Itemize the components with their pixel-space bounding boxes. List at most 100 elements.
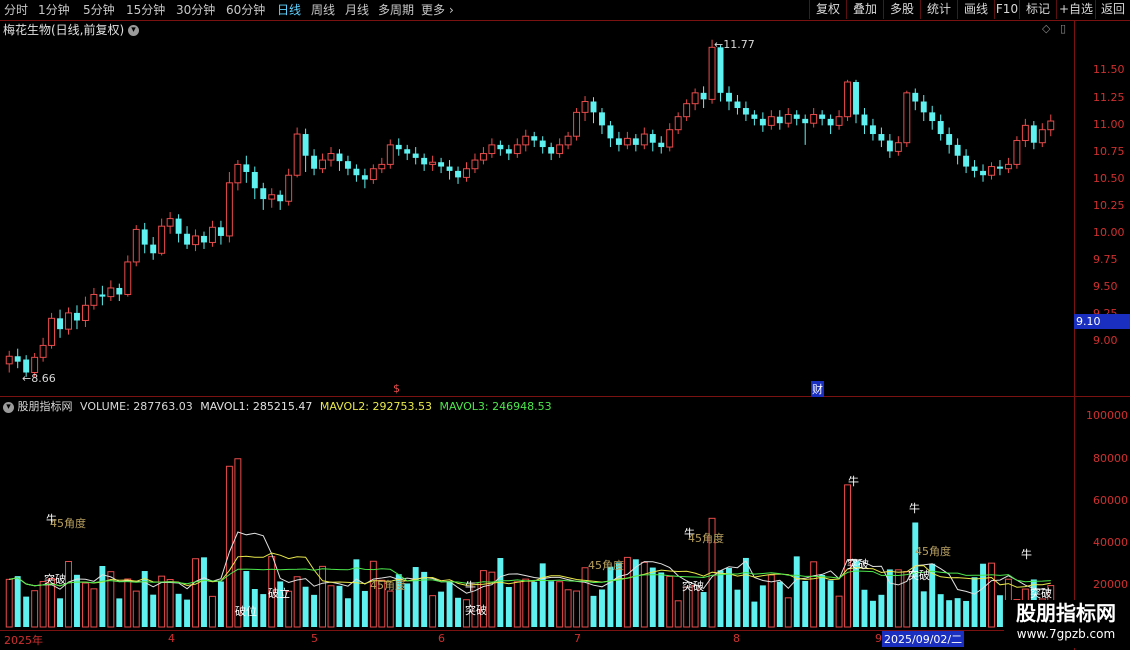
volume-bar: [581, 567, 589, 628]
candle-body: [971, 166, 978, 171]
candle-body: [116, 287, 123, 295]
volume-tick: 80000: [1093, 452, 1128, 465]
candle-body: [844, 81, 852, 118]
volume-bar: [573, 590, 581, 628]
volume-bar: [767, 574, 775, 628]
angle45-label: 45角度: [370, 579, 406, 592]
candle-body: [23, 359, 30, 373]
price-tick: 9.00: [1093, 334, 1118, 347]
volume-bar: [488, 571, 496, 628]
candle-body: [184, 233, 191, 245]
volume-bar: [658, 572, 665, 627]
volume-bar: [894, 569, 902, 628]
candle-body: [217, 227, 224, 236]
volume-bar: [920, 591, 927, 627]
candle-body: [531, 136, 538, 141]
low-price-value: 8.66: [31, 372, 56, 385]
volume-bar: [39, 581, 47, 628]
candle-body: [251, 171, 258, 189]
candle-body: [455, 170, 461, 178]
volume-bar: [412, 567, 419, 627]
volume-tick: 20000: [1093, 578, 1128, 591]
indicator-header: ▾ 股朋指标网 VOLUME: 287763.03 MAVOL1: 285215…: [3, 398, 552, 414]
candle-body: [581, 101, 589, 113]
price-tick: 11.50: [1093, 63, 1125, 76]
tupo-label: 突破: [1030, 587, 1052, 600]
date-tick: 4: [168, 632, 175, 645]
back-button[interactable]: 返回: [1095, 0, 1130, 19]
candle-body: [497, 144, 504, 150]
volume-bar: [937, 594, 944, 627]
volume-bar: [234, 458, 242, 628]
volume-tick: 40000: [1093, 536, 1128, 549]
volume-bar: [971, 577, 978, 627]
volume-tick: 60000: [1093, 494, 1128, 507]
chevron-down-icon[interactable]: ▾: [3, 401, 14, 413]
candle-body: [734, 101, 741, 109]
candle-body: [243, 164, 250, 172]
volume-tick: 100000: [1086, 409, 1128, 422]
candle-body: [141, 229, 148, 245]
candle-body: [776, 116, 783, 124]
price-tick: 11.25: [1093, 91, 1125, 104]
candle-body: [99, 294, 106, 297]
finance-marker[interactable]: 财: [811, 381, 824, 397]
volume-value: VOLUME: 287763.03: [80, 400, 193, 413]
volume-bar: [666, 575, 674, 628]
volume-bar: [539, 563, 546, 627]
candle-body: [869, 125, 876, 135]
angle45-label: 45角度: [50, 517, 86, 530]
candle-body: [404, 149, 411, 154]
volume-bar: [827, 580, 834, 627]
tupo-label: 突破: [908, 569, 930, 582]
candle-body: [293, 133, 301, 176]
candle-body: [920, 101, 927, 113]
volume-bar: [751, 601, 758, 627]
price-tick: 9.50: [1093, 280, 1118, 293]
candle-body: [412, 153, 419, 158]
high-price-value: 11.77: [723, 38, 755, 51]
candle-body: [759, 118, 766, 126]
dividend-marker[interactable]: $: [393, 382, 400, 395]
candle-body: [31, 356, 39, 374]
volume-bar: [57, 598, 64, 627]
volume-bar: [336, 585, 343, 627]
volume-bar: [14, 576, 21, 627]
volume-bar: [869, 600, 876, 627]
candle-body: [548, 147, 555, 154]
price-tick: 10.00: [1093, 226, 1125, 239]
candle-body: [311, 155, 318, 169]
volume-bar: [505, 586, 512, 627]
candle-body: [344, 161, 351, 169]
volume-bar: [23, 596, 30, 627]
candle-body: [327, 153, 335, 161]
volume-bar: [734, 589, 741, 627]
volume-bar: [311, 594, 318, 627]
volume-bar: [649, 567, 656, 627]
candle-body: [463, 168, 470, 178]
candle-body: [640, 133, 648, 146]
price-tick: 9.75: [1093, 253, 1118, 266]
date-tick: 9: [875, 632, 882, 645]
volume-bar: [319, 565, 327, 628]
candle-body: [590, 101, 597, 113]
candle-body: [369, 168, 377, 181]
mavol2-value: MAVOL2: 292753.53: [319, 400, 432, 413]
mavol3-value: MAVOL3: 246948.53: [439, 400, 552, 413]
candle-body: [819, 114, 826, 119]
volume-bar: [150, 594, 157, 627]
volume-bar: [5, 578, 13, 628]
volume-bar: [996, 595, 1003, 627]
volume-bar: [132, 590, 140, 628]
candle-body: [81, 304, 89, 321]
volume-bar: [784, 597, 792, 628]
candle-body: [886, 140, 893, 152]
candle-body: [361, 175, 368, 180]
volume-bar: [302, 586, 309, 627]
volume-bar: [878, 594, 885, 627]
price-volume-chart[interactable]: [0, 0, 1074, 650]
volume-bar: [438, 591, 445, 627]
volume-bar: [386, 590, 394, 628]
candle-body: [386, 144, 394, 165]
candle-body: [124, 261, 132, 295]
